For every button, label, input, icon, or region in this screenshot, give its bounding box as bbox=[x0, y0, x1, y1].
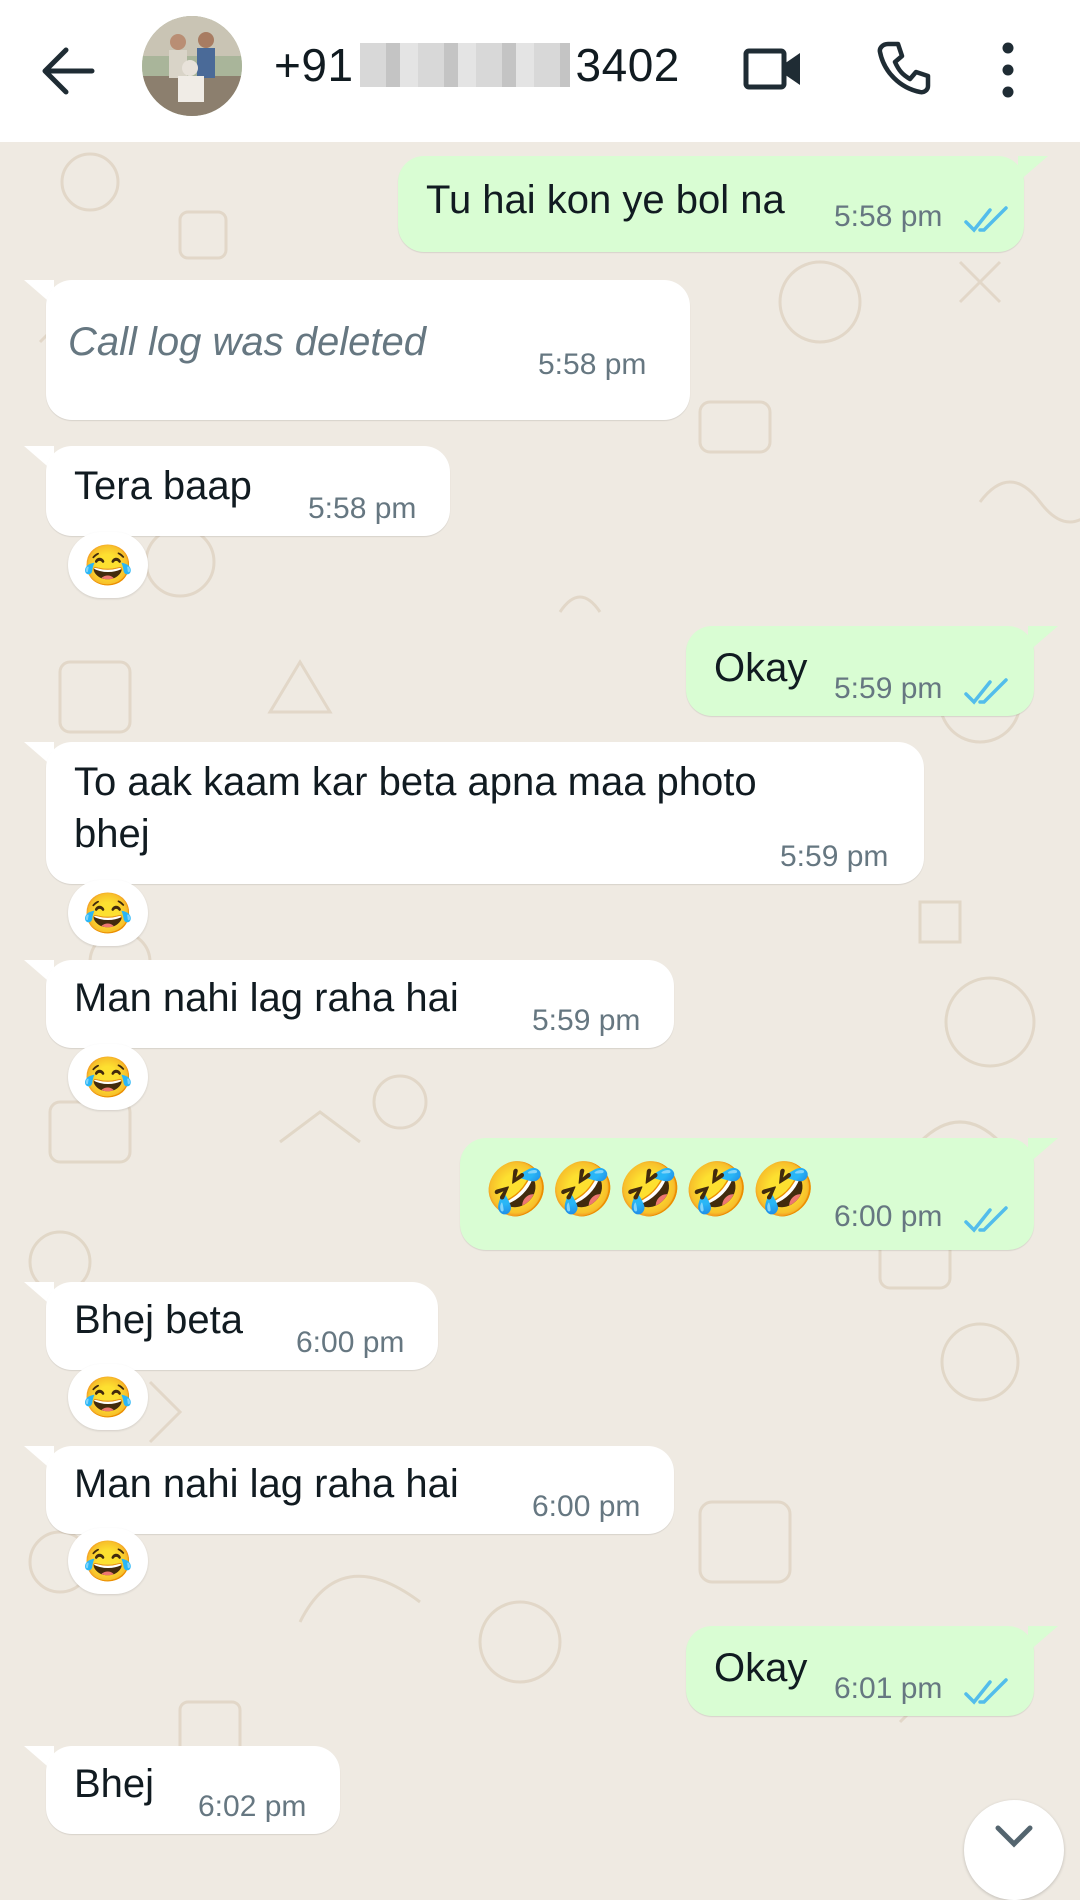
reaction-badge[interactable]: 😂 bbox=[68, 1044, 148, 1110]
voice-call-icon[interactable] bbox=[876, 40, 932, 96]
reaction-badge[interactable]: 😂 bbox=[68, 532, 148, 598]
avatar-photo bbox=[142, 16, 242, 116]
reaction-badge[interactable]: 😂 bbox=[68, 880, 148, 946]
contact-suffix: 3402 bbox=[575, 39, 680, 91]
more-options-icon[interactable] bbox=[1000, 42, 1016, 98]
message-time: 5:59 pm bbox=[834, 672, 943, 705]
incoming-message[interactable]: Man nahi lag raha hai 5:59 pm bbox=[46, 960, 674, 1048]
message-text: Tu hai kon ye bol na bbox=[426, 178, 785, 222]
reaction-badge[interactable]: 😂 bbox=[68, 1528, 148, 1594]
video-call-icon[interactable] bbox=[742, 44, 804, 94]
reaction-badge[interactable]: 😂 bbox=[68, 1364, 148, 1430]
read-ticks-icon bbox=[964, 1206, 1008, 1233]
reaction-emoji: 😂 bbox=[83, 1539, 133, 1584]
outgoing-message[interactable]: Okay 6:01 pm bbox=[686, 1626, 1034, 1716]
message-text: Okay bbox=[714, 646, 808, 690]
message-text-line-1: To aak kaam kar beta apna maa photo bbox=[74, 760, 757, 804]
message-time: 6:00 pm bbox=[532, 1490, 641, 1523]
incoming-message[interactable]: To aak kaam kar beta apna maa photo bhej… bbox=[46, 742, 924, 884]
bubble-tail bbox=[1018, 156, 1048, 182]
reaction-emoji: 😂 bbox=[83, 1055, 133, 1100]
message-text-line-2: bhej bbox=[74, 812, 150, 856]
message-time: 5:58 pm bbox=[834, 200, 943, 233]
incoming-message[interactable]: Tera baap 5:58 pm bbox=[46, 446, 450, 536]
message-text: Tera baap bbox=[74, 464, 252, 508]
read-ticks-icon bbox=[964, 206, 1008, 233]
message-time: 5:58 pm bbox=[538, 348, 647, 381]
message-time: 5:58 pm bbox=[308, 492, 417, 525]
chevron-down-icon bbox=[995, 1825, 1033, 1848]
bubble-tail bbox=[1028, 1138, 1058, 1164]
incoming-message[interactable]: Man nahi lag raha hai 6:00 pm bbox=[46, 1446, 674, 1534]
message-time: 6:02 pm bbox=[198, 1790, 307, 1823]
bubble-tail bbox=[1028, 1626, 1058, 1652]
redacted-number bbox=[359, 43, 570, 87]
message-time: 6:01 pm bbox=[834, 1672, 943, 1705]
message-time: 6:00 pm bbox=[296, 1326, 405, 1359]
bubble-tail bbox=[1028, 626, 1058, 652]
scroll-to-bottom-button[interactable] bbox=[964, 1800, 1064, 1900]
reaction-emoji: 😂 bbox=[83, 1375, 133, 1420]
read-ticks-icon bbox=[964, 1678, 1008, 1705]
incoming-message[interactable]: Bhej 6:02 pm bbox=[46, 1746, 340, 1834]
chat-header: +91 3402 bbox=[0, 0, 1080, 142]
message-text: Man nahi lag raha hai bbox=[74, 976, 459, 1020]
reaction-emoji: 😂 bbox=[83, 891, 133, 936]
message-text: Call log was deleted bbox=[68, 320, 426, 364]
message-text: Okay bbox=[714, 1646, 808, 1690]
message-time: 5:59 pm bbox=[532, 1004, 641, 1037]
outgoing-message[interactable]: 🤣🤣🤣🤣🤣 6:00 pm bbox=[460, 1138, 1034, 1250]
incoming-message[interactable]: Bhej beta 6:00 pm bbox=[46, 1282, 438, 1370]
chat-area[interactable]: Tu hai kon ye bol na 5:58 pm Call log wa… bbox=[0, 142, 1080, 1844]
incoming-message[interactable]: Call log was deleted 5:58 pm bbox=[46, 280, 690, 420]
contact-prefix: +91 bbox=[274, 39, 354, 91]
back-arrow-icon[interactable] bbox=[38, 44, 98, 98]
message-time: 5:59 pm bbox=[780, 840, 889, 873]
reaction-emoji: 😂 bbox=[83, 543, 133, 588]
contact-name[interactable]: +91 3402 bbox=[274, 38, 680, 92]
avatar[interactable] bbox=[142, 16, 242, 116]
outgoing-message[interactable]: Okay 5:59 pm bbox=[686, 626, 1034, 716]
read-ticks-icon bbox=[964, 678, 1008, 705]
message-text: 🤣🤣🤣🤣🤣 bbox=[484, 1161, 818, 1219]
message-text: Bhej beta bbox=[74, 1298, 244, 1342]
message-time: 6:00 pm bbox=[834, 1200, 943, 1233]
message-text: Man nahi lag raha hai bbox=[74, 1462, 459, 1506]
message-text: Bhej bbox=[74, 1762, 155, 1806]
outgoing-message[interactable]: Tu hai kon ye bol na 5:58 pm bbox=[398, 156, 1024, 252]
